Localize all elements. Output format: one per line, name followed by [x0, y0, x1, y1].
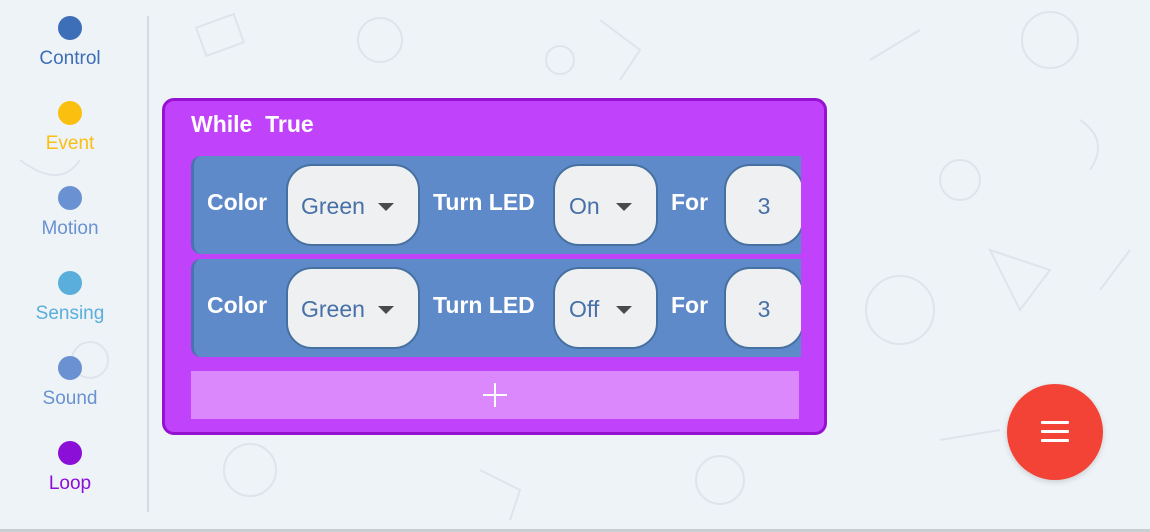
- led-state-dropdown[interactable]: Off: [553, 267, 658, 349]
- dropdown-caret-icon: [378, 203, 394, 211]
- while-loop-block[interactable]: While True Color Green Turn LED On For 3…: [162, 98, 827, 435]
- category-motion[interactable]: Motion: [0, 186, 140, 256]
- category-sidebar: Control Event Motion Sensing Sound Loop: [0, 0, 140, 532]
- sensing-dot-icon: [58, 271, 82, 295]
- menu-fab-button[interactable]: [1007, 384, 1103, 480]
- plus-icon: [483, 383, 507, 407]
- menu-icon: [1041, 421, 1069, 443]
- duration-input[interactable]: 3: [724, 267, 801, 349]
- duration-value: 3: [757, 193, 771, 219]
- category-label: Loop: [48, 473, 92, 494]
- led-block[interactable]: Color Green Turn LED On For 3: [191, 156, 801, 254]
- category-event[interactable]: Event: [0, 101, 140, 171]
- control-dot-icon: [58, 16, 82, 40]
- for-label: For: [671, 292, 709, 318]
- category-label: Motion: [41, 218, 99, 239]
- category-control[interactable]: Control: [0, 16, 140, 86]
- category-label: Sensing: [35, 303, 105, 324]
- category-sound[interactable]: Sound: [0, 356, 140, 426]
- led-state-dropdown[interactable]: On: [553, 164, 658, 246]
- color-value: Green: [301, 296, 365, 322]
- add-block-button[interactable]: [191, 371, 799, 419]
- category-label: Event: [45, 133, 95, 154]
- dropdown-caret-icon: [378, 306, 394, 314]
- led-block[interactable]: Color Green Turn LED Off For 3: [191, 259, 801, 357]
- color-label: Color: [207, 292, 268, 318]
- loop-body: Color Green Turn LED On For 3 Color Gree…: [191, 156, 801, 361]
- led-state-value: Off: [569, 296, 600, 322]
- duration-input[interactable]: 3: [724, 164, 801, 246]
- color-dropdown[interactable]: Green: [286, 164, 420, 246]
- led-state-value: On: [569, 193, 600, 219]
- sound-dot-icon: [58, 356, 82, 380]
- for-label: For: [671, 189, 709, 215]
- color-label: Color: [207, 189, 268, 215]
- category-sensing[interactable]: Sensing: [0, 271, 140, 341]
- category-label: Control: [39, 48, 101, 69]
- duration-value: 3: [757, 296, 771, 322]
- loop-dot-icon: [58, 441, 82, 465]
- color-value: Green: [301, 193, 365, 219]
- category-loop[interactable]: Loop: [0, 441, 140, 511]
- motion-dot-icon: [58, 186, 82, 210]
- loop-title: While True: [191, 111, 314, 137]
- category-label: Sound: [42, 388, 98, 409]
- turn-led-label: Turn LED: [433, 292, 535, 318]
- event-dot-icon: [58, 101, 82, 125]
- dropdown-caret-icon: [616, 306, 632, 314]
- turn-led-label: Turn LED: [433, 189, 535, 215]
- dropdown-caret-icon: [616, 203, 632, 211]
- sidebar-divider: [147, 16, 149, 512]
- color-dropdown[interactable]: Green: [286, 267, 420, 349]
